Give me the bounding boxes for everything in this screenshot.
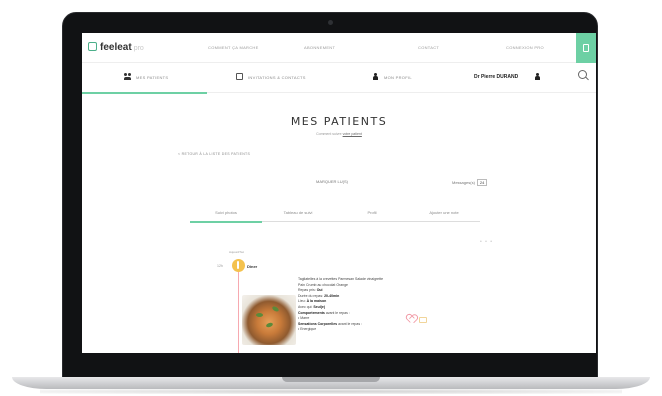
- meal-place-label: Lieu:: [298, 299, 306, 304]
- contact-card-icon: [236, 73, 243, 80]
- logo-text: feeleat: [100, 42, 132, 53]
- comment-icon[interactable]: [419, 317, 427, 323]
- cutlery-icon[interactable]: [232, 259, 245, 272]
- breadcrumb-link[interactable]: votre patient: [343, 132, 362, 136]
- profile-icon: [372, 73, 379, 80]
- tab-add-note[interactable]: Ajouter une note: [408, 210, 480, 215]
- tab-patient-profile[interactable]: Profil: [336, 210, 408, 215]
- search-icon[interactable]: [578, 70, 587, 79]
- user-avatar-icon[interactable]: [534, 73, 541, 80]
- nav-link-contact[interactable]: Contact: [418, 45, 439, 50]
- app-screen: feeleat pro Comment ça marche Abonnement …: [82, 33, 596, 353]
- top-navigation: feeleat pro Comment ça marche Abonnement …: [82, 33, 596, 63]
- doctor-name[interactable]: Dr Pierre DURAND: [474, 74, 518, 80]
- lock-icon: [583, 44, 589, 52]
- logo-icon: [88, 42, 97, 51]
- page-title: MES PATIENTS: [290, 115, 388, 128]
- garnish-shape: [271, 305, 280, 313]
- active-tab-indicator: [82, 92, 207, 94]
- tab-profile[interactable]: Mon profil: [384, 75, 412, 80]
- sensations-label: Sensations Corporelles: [298, 321, 338, 326]
- camera-icon: [328, 20, 333, 25]
- meal-details: Tagliatelles à la crevettes Parmesan Sal…: [298, 277, 438, 333]
- tab-photo-tracking[interactable]: Suivi photos: [190, 210, 262, 215]
- nav-link-subscription[interactable]: Abonnement: [304, 45, 335, 50]
- users-icon: [124, 73, 131, 80]
- tab-invitations[interactable]: Invitations & contacts: [248, 75, 306, 80]
- behaviours-suffix: avant le repas :: [325, 310, 350, 315]
- heart-icon[interactable]: [407, 315, 415, 323]
- sub-navigation: Mes patients Invitations & contacts Mon …: [82, 63, 596, 93]
- messages-count: 24: [476, 179, 488, 186]
- laptop-shadow: [40, 389, 622, 394]
- messages-counter[interactable]: Messages(s) 24: [452, 179, 488, 186]
- meal-photo[interactable]: [242, 295, 296, 345]
- tab-active-indicator: [190, 221, 262, 223]
- meal-place-value: À la maison: [306, 299, 327, 304]
- meal-duration-label: Durée du repas:: [298, 293, 324, 298]
- patient-tabs: Suivi photos Tableau de suivi Profil Ajo…: [190, 208, 480, 222]
- laptop-scene: feeleat pro Comment ça marche Abonnement …: [0, 0, 662, 396]
- account-button[interactable]: [576, 33, 596, 63]
- breadcrumb: Comment suivre votre patient: [82, 132, 596, 136]
- logo-suffix: pro: [133, 45, 144, 52]
- tab-tracking-table[interactable]: Tableau de suivi: [262, 210, 334, 215]
- sensations-item: • Energique: [298, 327, 317, 332]
- back-to-list-link[interactable]: < Retour à la liste des patients: [178, 152, 250, 156]
- meal-company-value: Seul(e): [313, 304, 325, 309]
- tab-patients[interactable]: Mes patients: [136, 75, 168, 80]
- sensations-suffix: avant le repas :: [338, 321, 363, 326]
- timeline-day: Aujourd'hui: [229, 250, 244, 254]
- logo[interactable]: feeleat pro: [88, 42, 144, 53]
- breadcrumb-prefix: Comment suivre: [316, 132, 342, 136]
- behaviours-label: Comportements: [298, 310, 325, 315]
- mark-read-button[interactable]: Marquer lu(s): [316, 179, 348, 184]
- meal-duration-value: 20-40min: [324, 293, 340, 298]
- nav-link-how-it-works[interactable]: Comment ça marche: [208, 45, 259, 50]
- meal-company-label: Avec qui:: [298, 304, 313, 309]
- nav-link-pro-login[interactable]: Connexion pro: [506, 45, 544, 50]
- meal-taken-label: Repas pris:: [298, 288, 316, 293]
- meal-taken-value: Oui: [316, 288, 323, 293]
- garnish-shape: [265, 321, 274, 329]
- timeline-line: [238, 259, 239, 353]
- timeline-time: 12h: [217, 264, 223, 268]
- messages-label: Messages(s): [452, 180, 475, 185]
- more-options-icon[interactable]: • • •: [480, 239, 493, 245]
- meal-type: Dîner: [247, 264, 258, 269]
- garnish-shape: [256, 313, 263, 317]
- laptop-notch: [282, 377, 380, 382]
